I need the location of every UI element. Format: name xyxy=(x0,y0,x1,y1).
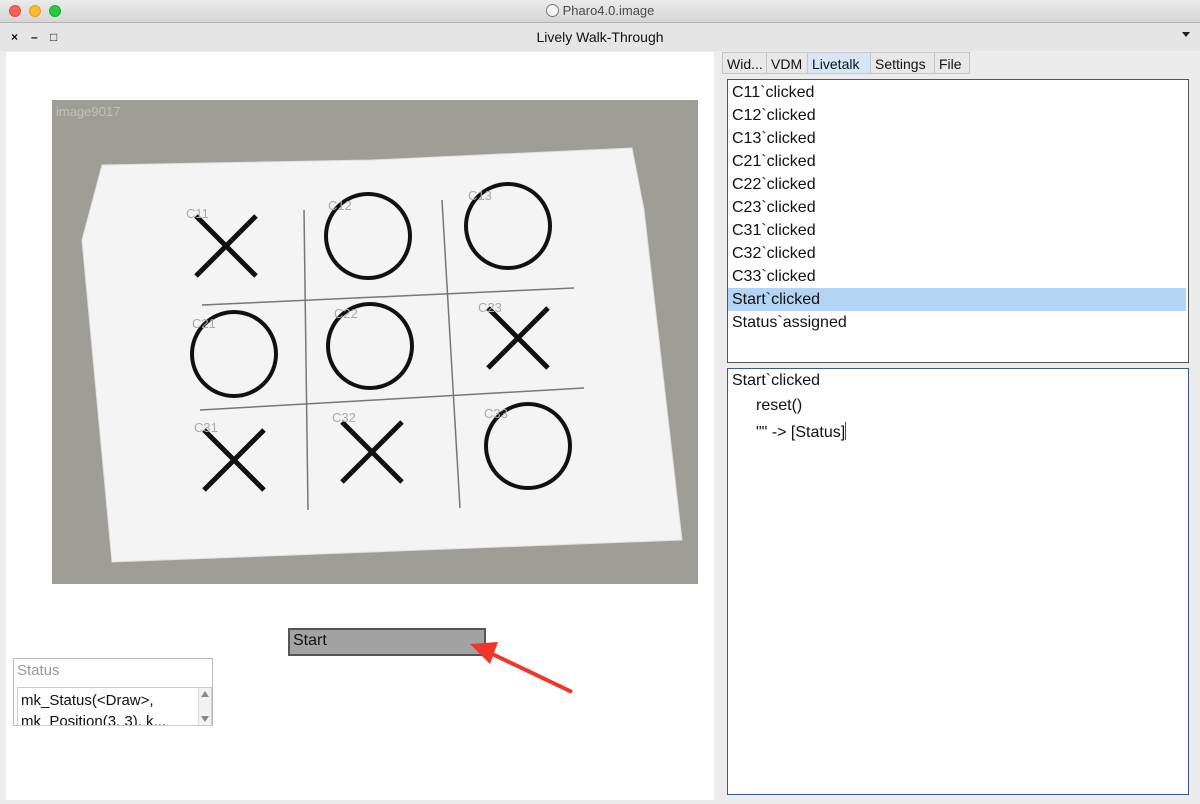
photo-label: image9017 xyxy=(56,104,121,119)
event-item[interactable]: C31`clicked xyxy=(728,219,1186,242)
app-title-text: Pharo4.0.image xyxy=(562,3,655,18)
code-line-3-text: "" -> [Status] xyxy=(756,424,846,441)
event-item[interactable]: C11`clicked xyxy=(728,81,1186,104)
status-value-line1: mk_Status(<Draw>, xyxy=(21,692,154,709)
code-line-1: Start`clicked xyxy=(732,372,821,389)
board-photo-drawing: C11 C12 C13 C21 C22 C23 C31 C32 C33 xyxy=(81,147,683,563)
pharo-icon xyxy=(545,4,559,17)
status-label: Status xyxy=(17,662,60,679)
tab-file[interactable]: File xyxy=(934,52,970,74)
cell-label-c23: C23 xyxy=(478,300,502,315)
start-button[interactable]: Start xyxy=(288,628,486,656)
tab-vdm[interactable]: VDM xyxy=(766,52,808,74)
cell-label-c32: C32 xyxy=(332,410,356,425)
event-item-selected[interactable]: Start`clicked xyxy=(728,288,1186,311)
event-item[interactable]: C12`clicked xyxy=(728,104,1186,127)
tab-settings[interactable]: Settings xyxy=(870,52,935,74)
event-item[interactable]: C21`clicked xyxy=(728,150,1186,173)
board-photo[interactable]: C11 C12 C13 C21 C22 C23 C31 C32 C33 image9017 xyxy=(52,100,698,584)
lively-canvas[interactable]: C11 C12 C13 C21 C22 C23 C31 C32 C33 image9017 St… xyxy=(6,52,714,800)
event-item[interactable]: Status`assigned xyxy=(728,311,1186,334)
cell-label-c11: C11 xyxy=(186,206,209,221)
event-item[interactable]: C33`clicked xyxy=(728,265,1186,288)
status-scrollbar[interactable] xyxy=(198,688,211,725)
text-caret xyxy=(845,422,847,440)
cell-label-c21: C21 xyxy=(192,316,216,331)
code-editor[interactable]: Start`clicked reset() "" -> [Status] xyxy=(727,368,1189,795)
code-line-3: "" -> [Status] xyxy=(756,422,847,442)
cell-label-c12: C12 xyxy=(328,198,352,213)
app-title: Pharo4.0.image xyxy=(0,3,1200,18)
code-line-2: reset() xyxy=(756,397,803,414)
window-header: × – □ Lively Walk-Through xyxy=(0,23,1200,51)
status-widget: Status mk_Status(<Draw>, mk_Position(3, … xyxy=(13,658,213,726)
window-menu-icon[interactable] xyxy=(1182,32,1190,37)
scroll-up-icon[interactable] xyxy=(201,691,209,697)
cell-label-c22: C22 xyxy=(334,306,358,321)
scroll-down-icon[interactable] xyxy=(201,716,209,722)
event-item[interactable]: C13`clicked xyxy=(728,127,1186,150)
event-list[interactable]: C11`clicked C12`clicked C13`clicked C21`… xyxy=(727,79,1189,363)
cell-label-c13: C13 xyxy=(468,188,492,203)
tab-livetalk[interactable]: Livetalk xyxy=(807,52,871,74)
cell-label-c31: C31 xyxy=(194,420,218,435)
status-field[interactable]: mk_Status(<Draw>, mk_Position(3, 3), k..… xyxy=(17,687,212,726)
window-title: Lively Walk-Through xyxy=(536,29,664,45)
title-bar: Pharo4.0.image xyxy=(0,0,1200,23)
event-item[interactable]: C22`clicked xyxy=(728,173,1186,196)
event-item[interactable]: C23`clicked xyxy=(728,196,1186,219)
event-item[interactable]: C32`clicked xyxy=(728,242,1186,265)
cell-label-c33: C33 xyxy=(484,406,508,421)
status-value-line2: mk_Position(3, 3), k... xyxy=(21,713,167,726)
tab-widgets[interactable]: Wid... xyxy=(722,52,767,74)
